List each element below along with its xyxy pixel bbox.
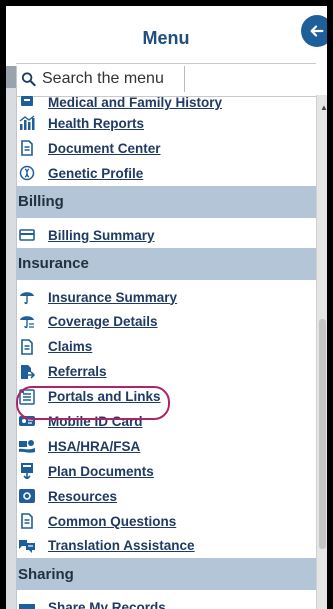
menu-header: Menu xyxy=(16,6,327,66)
menu-item-label: Translation Assistance xyxy=(48,538,195,554)
dna-icon xyxy=(18,164,36,182)
menu-item-resources[interactable]: Resources xyxy=(16,484,316,509)
menu-item-insurance-summary[interactable]: Insurance Summary xyxy=(16,285,316,310)
menu-item-genetic-profile[interactable]: Genetic Profile xyxy=(16,161,316,186)
document-icon xyxy=(18,512,36,530)
referral-icon xyxy=(18,363,36,381)
menu-item-billing-summary[interactable]: Billing Summary xyxy=(16,223,316,248)
menu-list: Medical and Family History Health Report… xyxy=(16,95,316,609)
menu-item-share-my-records[interactable]: Share My Records xyxy=(16,595,316,609)
menu-item-translation-assistance[interactable]: Translation Assistance xyxy=(16,533,316,558)
menu-item-label: Health Reports xyxy=(48,115,145,131)
menu-item-label: Claims xyxy=(48,339,93,355)
menu-item-claims[interactable]: Claims xyxy=(16,334,316,359)
document-icon xyxy=(18,338,36,356)
background-strip-tab xyxy=(6,66,16,88)
money-hand-icon xyxy=(18,437,36,455)
scroll-up-arrow-icon[interactable]: ▲ xyxy=(320,103,327,112)
translation-icon xyxy=(18,537,36,555)
umbrella-icon xyxy=(18,288,36,306)
menu-item-label: Billing Summary xyxy=(48,227,155,243)
menu-item-document-center[interactable]: Document Center xyxy=(16,136,316,161)
menu-panel: Menu Medical and Family History Health R… xyxy=(6,6,327,609)
plan-document-icon xyxy=(18,462,36,480)
document-icon xyxy=(18,139,36,157)
menu-item-plan-documents[interactable]: Plan Documents xyxy=(16,459,316,484)
menu-item-medical-history[interactable]: Medical and Family History xyxy=(16,95,316,111)
menu-item-health-reports[interactable]: Health Reports xyxy=(16,111,316,136)
resources-icon xyxy=(18,487,36,505)
arrow-left-icon xyxy=(310,25,324,37)
menu-item-common-questions[interactable]: Common Questions xyxy=(16,509,316,534)
menu-item-label: Coverage Details xyxy=(48,314,158,330)
section-insurance: Insurance xyxy=(16,247,316,280)
annotation-highlight-circle xyxy=(16,386,170,420)
menu-item-label: HSA/HRA/FSA xyxy=(48,438,141,454)
search-bar xyxy=(16,63,316,97)
search-box[interactable] xyxy=(19,66,185,92)
menu-scrollbar[interactable]: ▲ xyxy=(316,95,327,609)
credit-card-icon xyxy=(18,226,36,244)
menu-item-label: Genetic Profile xyxy=(48,165,144,181)
menu-item-label: Document Center xyxy=(48,140,161,156)
search-input[interactable] xyxy=(40,69,184,89)
menu-item-label: Medical and Family History xyxy=(48,95,223,110)
scrollbar-thumb[interactable] xyxy=(319,319,326,549)
menu-item-label: Referrals xyxy=(48,364,107,380)
share-icon xyxy=(18,599,36,609)
menu-item-label: Resources xyxy=(48,488,118,504)
menu-item-label: Common Questions xyxy=(48,513,177,529)
section-billing: Billing xyxy=(16,185,316,218)
menu-item-coverage-details[interactable]: Coverage Details xyxy=(16,309,316,334)
menu-item-label: Plan Documents xyxy=(48,463,154,479)
section-sharing: Sharing xyxy=(16,558,316,591)
bar-chart-icon xyxy=(18,114,36,132)
menu-item-hsa-hra-fsa[interactable]: HSA/HRA/FSA xyxy=(16,434,316,459)
menu-item-label: Insurance Summary xyxy=(48,289,178,305)
search-icon xyxy=(21,72,36,87)
menu-item-referrals[interactable]: Referrals xyxy=(16,359,316,384)
clipboard-icon xyxy=(18,95,36,113)
menu-title: Menu xyxy=(142,28,190,48)
back-button[interactable] xyxy=(301,15,327,47)
menu-item-label: Share My Records xyxy=(48,600,166,609)
umbrella-detail-icon xyxy=(18,313,36,331)
